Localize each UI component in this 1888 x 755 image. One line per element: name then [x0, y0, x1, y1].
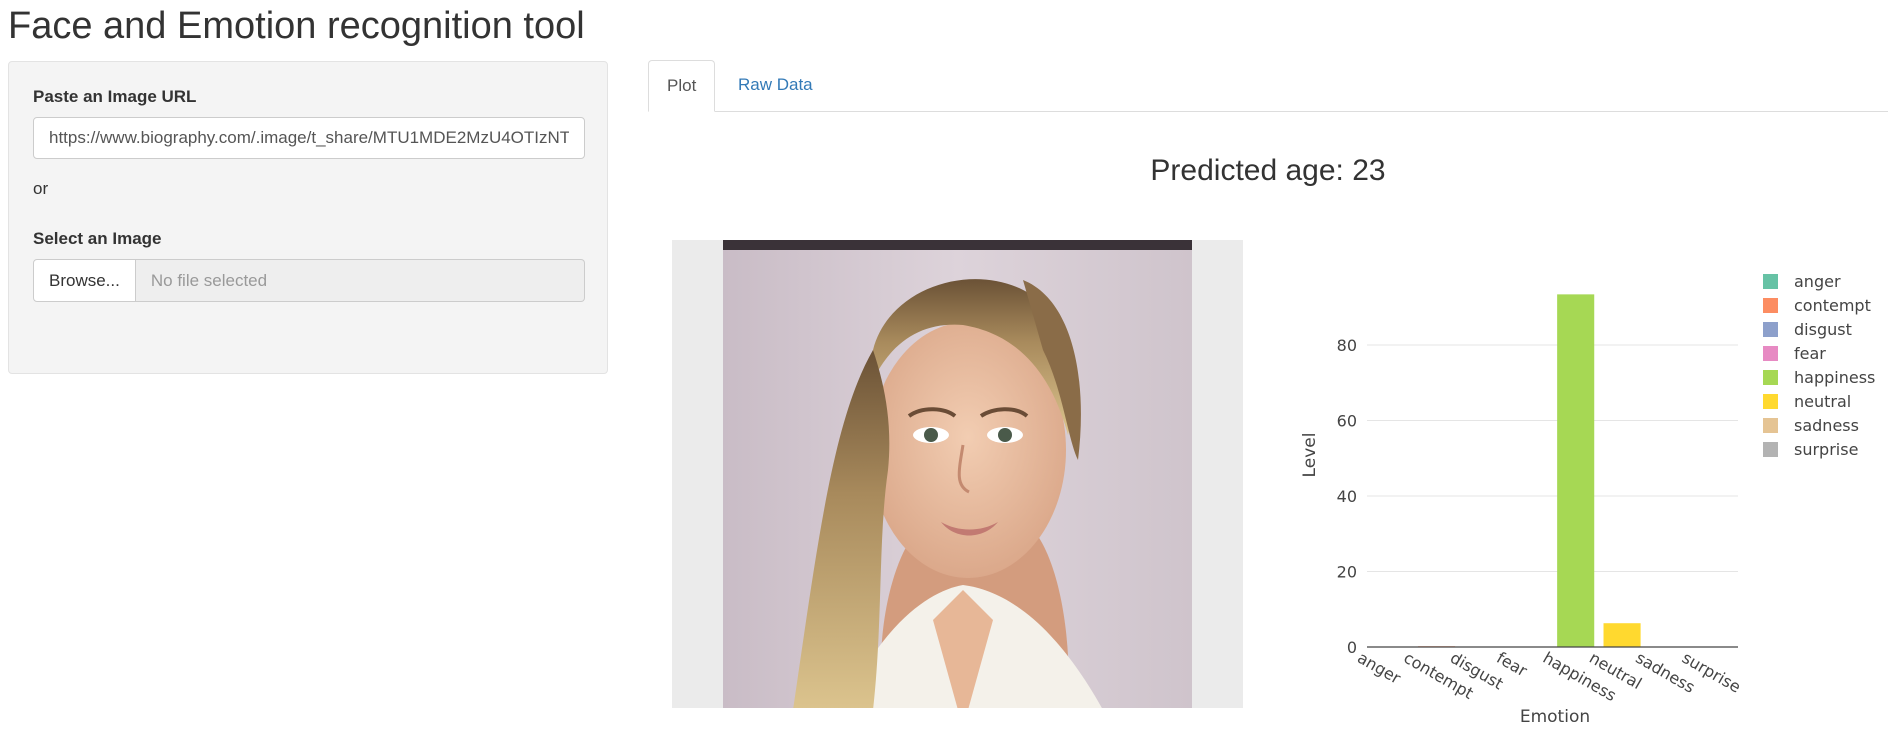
- legend-label: neutral: [1794, 392, 1851, 411]
- x-axis-title: Emotion: [1520, 707, 1590, 727]
- legend-swatch-icon: [1763, 322, 1778, 337]
- file-name-field[interactable]: No file selected: [135, 259, 585, 302]
- legend-item-fear[interactable]: fear: [1763, 344, 1826, 363]
- y-tick-label: 60: [1337, 411, 1357, 430]
- results-tabs: Plot Raw Data: [648, 60, 1888, 112]
- y-tick-label: 80: [1337, 336, 1357, 355]
- legend-label: contempt: [1794, 296, 1871, 315]
- browse-button[interactable]: Browse...: [33, 259, 136, 302]
- legend-item-sadness[interactable]: sadness: [1763, 416, 1859, 435]
- legend-item-surprise[interactable]: surprise: [1763, 440, 1858, 459]
- legend-label: surprise: [1794, 440, 1858, 459]
- legend-label: happiness: [1794, 368, 1875, 387]
- legend-swatch-icon: [1763, 418, 1778, 433]
- legend-item-disgust[interactable]: disgust: [1763, 320, 1852, 339]
- legend-swatch-icon: [1763, 274, 1778, 289]
- file-input-group: Browse... No file selected: [33, 259, 585, 302]
- y-tick-label: 40: [1337, 487, 1357, 506]
- bar-neutral[interactable]: [1603, 623, 1641, 647]
- tab-raw-data[interactable]: Raw Data: [720, 60, 831, 112]
- legend-label: disgust: [1794, 320, 1852, 339]
- y-axis-title: Level: [1300, 433, 1320, 478]
- legend-swatch-icon: [1763, 298, 1778, 313]
- y-tick-label: 0: [1347, 638, 1357, 657]
- legend-label: sadness: [1794, 416, 1859, 435]
- x-tick-label: anger: [1354, 648, 1404, 688]
- url-label: Paste an Image URL: [33, 87, 197, 106]
- photo-frame: [672, 240, 1243, 708]
- legend-swatch-icon: [1763, 370, 1778, 385]
- legend-item-anger[interactable]: anger: [1763, 272, 1841, 291]
- tab-plot[interactable]: Plot: [648, 60, 716, 112]
- app-title: Face and Emotion recognition tool: [8, 5, 585, 47]
- legend-label: fear: [1794, 344, 1826, 363]
- input-panel: Paste an Image URL or Select an Image Br…: [8, 61, 608, 374]
- portrait-photo: [723, 240, 1192, 708]
- emotion-chart: 0 20 40 60 80 anger contempt disgust fear happine…: [1300, 272, 1875, 727]
- legend-swatch-icon: [1763, 442, 1778, 457]
- legend-swatch-icon: [1763, 394, 1778, 409]
- or-separator: or: [33, 179, 49, 198]
- image-url-input[interactable]: [33, 117, 585, 159]
- legend-label: anger: [1794, 272, 1841, 291]
- legend-item-happiness[interactable]: happiness: [1763, 368, 1875, 387]
- predicted-age: Predicted age: 23: [1150, 154, 1386, 187]
- select-image-label: Select an Image: [33, 229, 162, 248]
- legend-item-contempt[interactable]: contempt: [1763, 296, 1871, 315]
- legend-item-neutral[interactable]: neutral: [1763, 392, 1851, 411]
- bar-happiness[interactable]: [1557, 294, 1595, 647]
- y-tick-label: 20: [1337, 562, 1357, 581]
- legend-swatch-icon: [1763, 346, 1778, 361]
